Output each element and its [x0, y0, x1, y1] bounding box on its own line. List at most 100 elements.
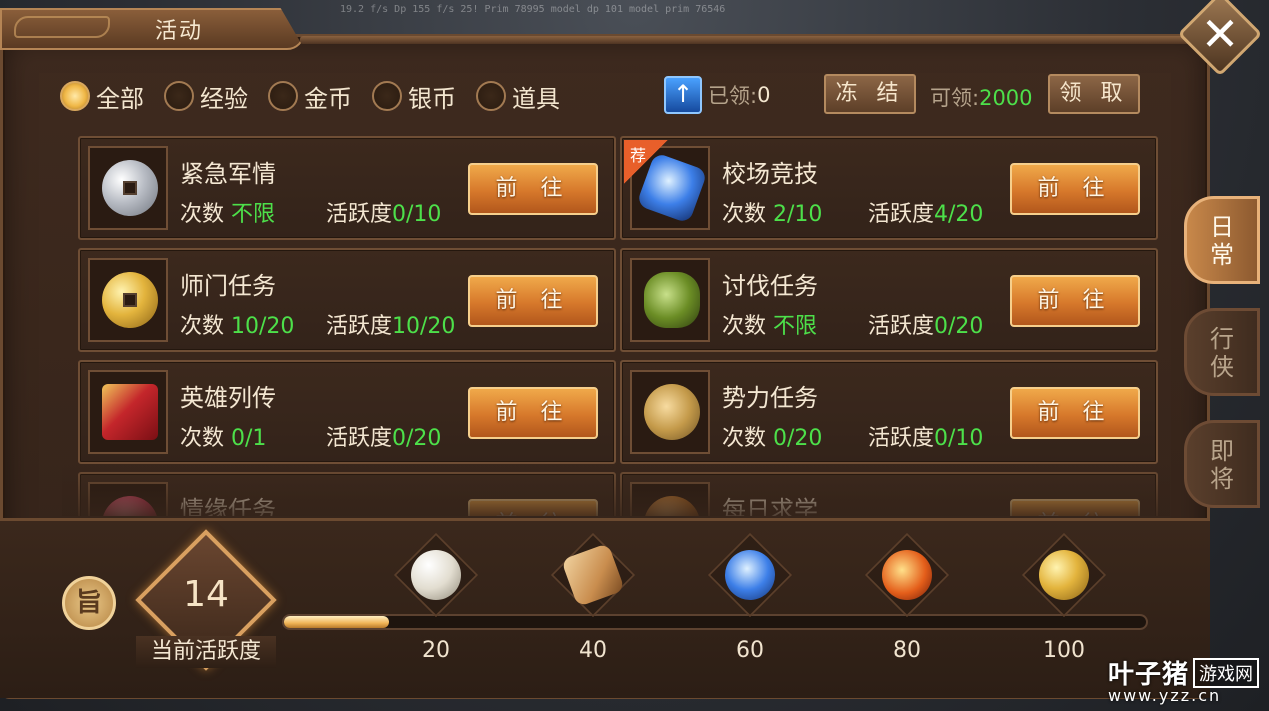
- dragon-ring-icon: [644, 272, 700, 328]
- blue-crystal-icon: [717, 542, 783, 608]
- current-activity-value: 14: [183, 574, 229, 615]
- go-button[interactable]: 前 往: [468, 387, 598, 439]
- task-count: 次数 不限: [180, 196, 275, 228]
- task-icon-frame: [630, 370, 710, 454]
- game-screen: 19.2 f/s Dp 155 f/s 25! Prim 78995 model…: [0, 0, 1269, 711]
- filter-label: 金币: [304, 84, 352, 113]
- task-name: 每日求学: [722, 496, 818, 516]
- side-tab-char: 日: [1210, 213, 1234, 241]
- milestone-reward[interactable]: [1021, 532, 1107, 618]
- task-name: 势力任务: [722, 384, 818, 412]
- task-icon-frame: [88, 370, 168, 454]
- go-button[interactable]: 前 往: [1010, 387, 1140, 439]
- count-value: 10/20: [231, 314, 295, 339]
- milestone-reward[interactable]: [864, 532, 950, 618]
- activity-value: 0/10: [392, 202, 442, 227]
- side-tab[interactable]: 行侠: [1184, 308, 1260, 396]
- milestone-reward[interactable]: [707, 532, 793, 618]
- calendar-icon[interactable]: 旨: [62, 576, 116, 630]
- radio-icon[interactable]: [60, 81, 90, 111]
- red-book-icon: [102, 384, 158, 440]
- claimable-display: 可领: 2000: [930, 82, 1033, 112]
- activity-value: 0/20: [392, 426, 442, 451]
- go-button[interactable]: 前 往: [1010, 499, 1140, 516]
- task-list[interactable]: 紧急军情 次数 不限 活跃度0/10 前 往荐校场竞技 次数 2/10 活跃度4/20 前 …: [62, 124, 1170, 516]
- go-button[interactable]: 前 往: [468, 499, 598, 516]
- filter-label: 银币: [408, 84, 456, 113]
- milestone-value: 20: [422, 638, 450, 663]
- side-tab-char: 侠: [1210, 353, 1234, 381]
- claimable-label: 可领:: [930, 86, 980, 110]
- level-up-arrow-icon: ↑: [664, 76, 702, 114]
- task-activity: 活跃度10/20: [326, 308, 455, 340]
- claim-button[interactable]: 领 取: [1048, 74, 1140, 114]
- task-card: 讨伐任务 次数 不限 活跃度0/20 前 往: [620, 248, 1158, 352]
- task-name: 讨伐任务: [722, 272, 818, 300]
- current-activity-label: 当前活跃度: [136, 636, 276, 668]
- filter-label: 全部: [96, 84, 144, 113]
- milestone-reward[interactable]: [550, 532, 636, 618]
- task-card: 英雄列传 次数 0/1 活跃度0/20 前 往: [78, 360, 616, 464]
- title-ornament-icon: [14, 16, 110, 38]
- count-value: 2/10: [773, 202, 823, 227]
- go-button[interactable]: 前 往: [468, 275, 598, 327]
- side-tab[interactable]: 日常: [1184, 196, 1260, 284]
- panel-top-border: [300, 36, 1200, 44]
- task-count: 次数 10/20: [180, 308, 294, 340]
- claimed-display: ↑ 已领: 0: [664, 76, 770, 114]
- milestone-value: 80: [893, 638, 921, 663]
- freeze-button[interactable]: 冻 结: [824, 74, 916, 114]
- go-button[interactable]: 前 往: [468, 163, 598, 215]
- task-name: 紧急军情: [180, 160, 276, 188]
- activity-label: 活跃度: [868, 202, 935, 227]
- side-tab-char: 将: [1210, 465, 1234, 493]
- debug-overlay: 19.2 f/s Dp 155 f/s 25! Prim 78995 model…: [340, 4, 726, 15]
- close-icon[interactable]: ✕: [1195, 8, 1245, 60]
- task-count: 次数 0/1: [180, 420, 266, 452]
- count-label: 次数: [722, 314, 773, 339]
- activity-label: 活跃度: [868, 426, 935, 451]
- count-value: 0/1: [231, 426, 267, 451]
- radio-icon[interactable]: [476, 81, 506, 111]
- task-card: 荐 校场竞技 次数 2/10 活跃度4/20 前 往: [620, 136, 1158, 240]
- coin-hole-icon: [123, 293, 137, 307]
- activity-value: 4/20: [934, 202, 984, 227]
- filter-option[interactable]: 金币: [268, 79, 352, 114]
- filter-label: 经验: [200, 84, 248, 113]
- activity-label: 活跃度: [868, 314, 935, 339]
- activity-track-fill: [284, 616, 389, 628]
- task-icon-frame: [630, 258, 710, 342]
- filter-label: 道具: [512, 84, 560, 113]
- task-activity: 活跃度4/20: [868, 196, 983, 228]
- task-card: 情缘任务 前 往: [78, 472, 616, 516]
- count-label: 次数: [180, 314, 231, 339]
- activity-label: 活跃度: [326, 202, 393, 227]
- milestone-value: 40: [579, 638, 607, 663]
- filter-option[interactable]: 经验: [164, 79, 248, 114]
- silver-coin-icon: [102, 160, 158, 216]
- go-button[interactable]: 前 往: [1010, 163, 1140, 215]
- filter-option[interactable]: 银币: [372, 79, 456, 114]
- milestone-reward[interactable]: [393, 532, 479, 618]
- count-label: 次数: [180, 426, 231, 451]
- radio-icon[interactable]: [164, 81, 194, 111]
- radio-icon[interactable]: [372, 81, 402, 111]
- gold-coin-icon: [102, 272, 158, 328]
- activity-value: 0/20: [934, 314, 984, 339]
- activity-label: 活跃度: [326, 426, 393, 451]
- go-button[interactable]: 前 往: [1010, 275, 1140, 327]
- side-tab[interactable]: 即将: [1184, 420, 1260, 508]
- page-title: 活动: [155, 19, 204, 44]
- task-activity: 活跃度0/20: [326, 420, 441, 452]
- task-card: 势力任务 次数 0/20 活跃度0/10 前 往: [620, 360, 1158, 464]
- task-activity: 活跃度0/10: [326, 196, 441, 228]
- task-card: 紧急军情次数 不限 活跃度0/10 前 往: [78, 136, 616, 240]
- radio-icon[interactable]: [268, 81, 298, 111]
- count-label: 次数: [722, 202, 773, 227]
- pearl-icon: [411, 550, 461, 600]
- claimable-value: 2000: [979, 86, 1033, 110]
- filter-option[interactable]: 道具: [476, 79, 560, 114]
- milestone-value: 100: [1043, 638, 1085, 663]
- side-tab-char: 行: [1210, 325, 1234, 353]
- filter-option[interactable]: 全部: [60, 79, 144, 114]
